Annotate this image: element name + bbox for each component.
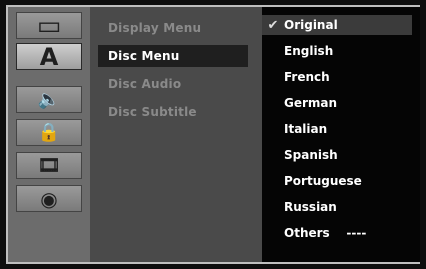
- lock-settings-tab[interactable]: 🔒: [16, 119, 82, 146]
- disc-settings-tab[interactable]: ◉: [16, 185, 82, 212]
- option-french[interactable]: French: [262, 67, 412, 87]
- category-icon-column: ▭ A 🔈 🔒 🎞 ◉: [8, 7, 90, 262]
- option-russian[interactable]: Russian: [262, 197, 412, 217]
- language-options-column: ✔ Original English French German Italian…: [262, 7, 420, 262]
- option-spanish[interactable]: Spanish: [262, 145, 412, 165]
- language-settings-tab[interactable]: A: [16, 42, 82, 71]
- option-label: French: [284, 70, 330, 84]
- lock-icon: 🔒: [37, 122, 61, 143]
- option-others[interactable]: Others ----: [262, 223, 412, 243]
- option-label: Others ----: [284, 226, 367, 240]
- language-menu-column: Display Menu Disc Menu Disc Audio Disc S…: [90, 7, 262, 262]
- disc-audio-item[interactable]: Disc Audio: [98, 73, 248, 95]
- option-label: Spanish: [284, 148, 338, 162]
- option-german[interactable]: German: [262, 93, 412, 113]
- option-portuguese[interactable]: Portuguese: [262, 171, 412, 191]
- option-original[interactable]: ✔ Original: [262, 15, 412, 35]
- video-settings-tab[interactable]: 🎞: [16, 152, 82, 179]
- option-italian[interactable]: Italian: [262, 119, 412, 139]
- option-label: English: [284, 44, 334, 58]
- option-label: Italian: [284, 122, 328, 136]
- film-icon: 🎞: [37, 155, 61, 176]
- option-label: Original: [284, 18, 338, 32]
- option-english[interactable]: English: [262, 41, 412, 61]
- audio-settings-tab[interactable]: 🔈: [16, 86, 82, 113]
- language-icon: A: [39, 42, 59, 71]
- display-menu-item[interactable]: Display Menu: [98, 17, 248, 39]
- audio-icon: 🔈: [37, 89, 61, 110]
- setup-menu-frame: ▭ A 🔈 🔒 🎞 ◉ Display Menu Disc Menu Disc …: [6, 5, 420, 264]
- disc-icon: ◉: [40, 186, 58, 211]
- check-icon: ✔: [267, 17, 279, 33]
- display-icon: ▭: [36, 10, 62, 41]
- option-label: Russian: [284, 200, 337, 214]
- disc-subtitle-item[interactable]: Disc Subtitle: [98, 101, 248, 123]
- display-settings-tab[interactable]: ▭: [16, 12, 82, 39]
- option-label: Portuguese: [284, 174, 362, 188]
- disc-menu-item[interactable]: Disc Menu: [98, 45, 248, 67]
- option-label: German: [284, 96, 338, 110]
